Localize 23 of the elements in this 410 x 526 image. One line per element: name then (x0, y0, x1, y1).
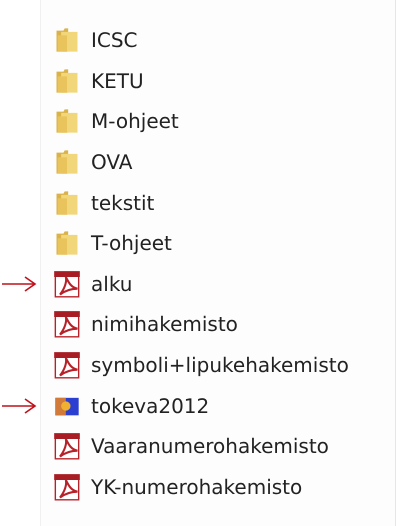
file-name[interactable]: T-ohjeet (91, 231, 172, 256)
pdf-file-icon (54, 270, 80, 298)
file-name[interactable]: ICSC (91, 28, 138, 52)
file-name[interactable]: KETU (91, 68, 144, 93)
pdf-file-icon (54, 310, 80, 338)
file-name[interactable]: OVA (91, 150, 132, 174)
file-name[interactable]: M-ohjeet (91, 109, 179, 134)
file-name[interactable]: nimihakemisto (91, 312, 238, 336)
folder-icon (54, 66, 80, 95)
folder-icon (54, 107, 80, 136)
file-name[interactable]: symboli+lipukehakemisto (91, 353, 349, 378)
file-name[interactable]: tekstit (91, 190, 154, 215)
file-name[interactable]: tokeva2012 (91, 394, 210, 418)
folder-icon (54, 26, 80, 54)
folder-icon (54, 148, 80, 176)
file-name[interactable]: Vaaranumerohakemisto (91, 434, 329, 458)
pdf-file-icon (54, 432, 80, 460)
pdf-file-icon (54, 351, 80, 380)
file-name[interactable]: YK-numerohakemisto (91, 474, 302, 499)
pdf-file-icon (54, 472, 80, 501)
file-name[interactable]: alku (91, 272, 132, 296)
folder-icon (54, 229, 80, 258)
folder-icon (54, 188, 80, 217)
